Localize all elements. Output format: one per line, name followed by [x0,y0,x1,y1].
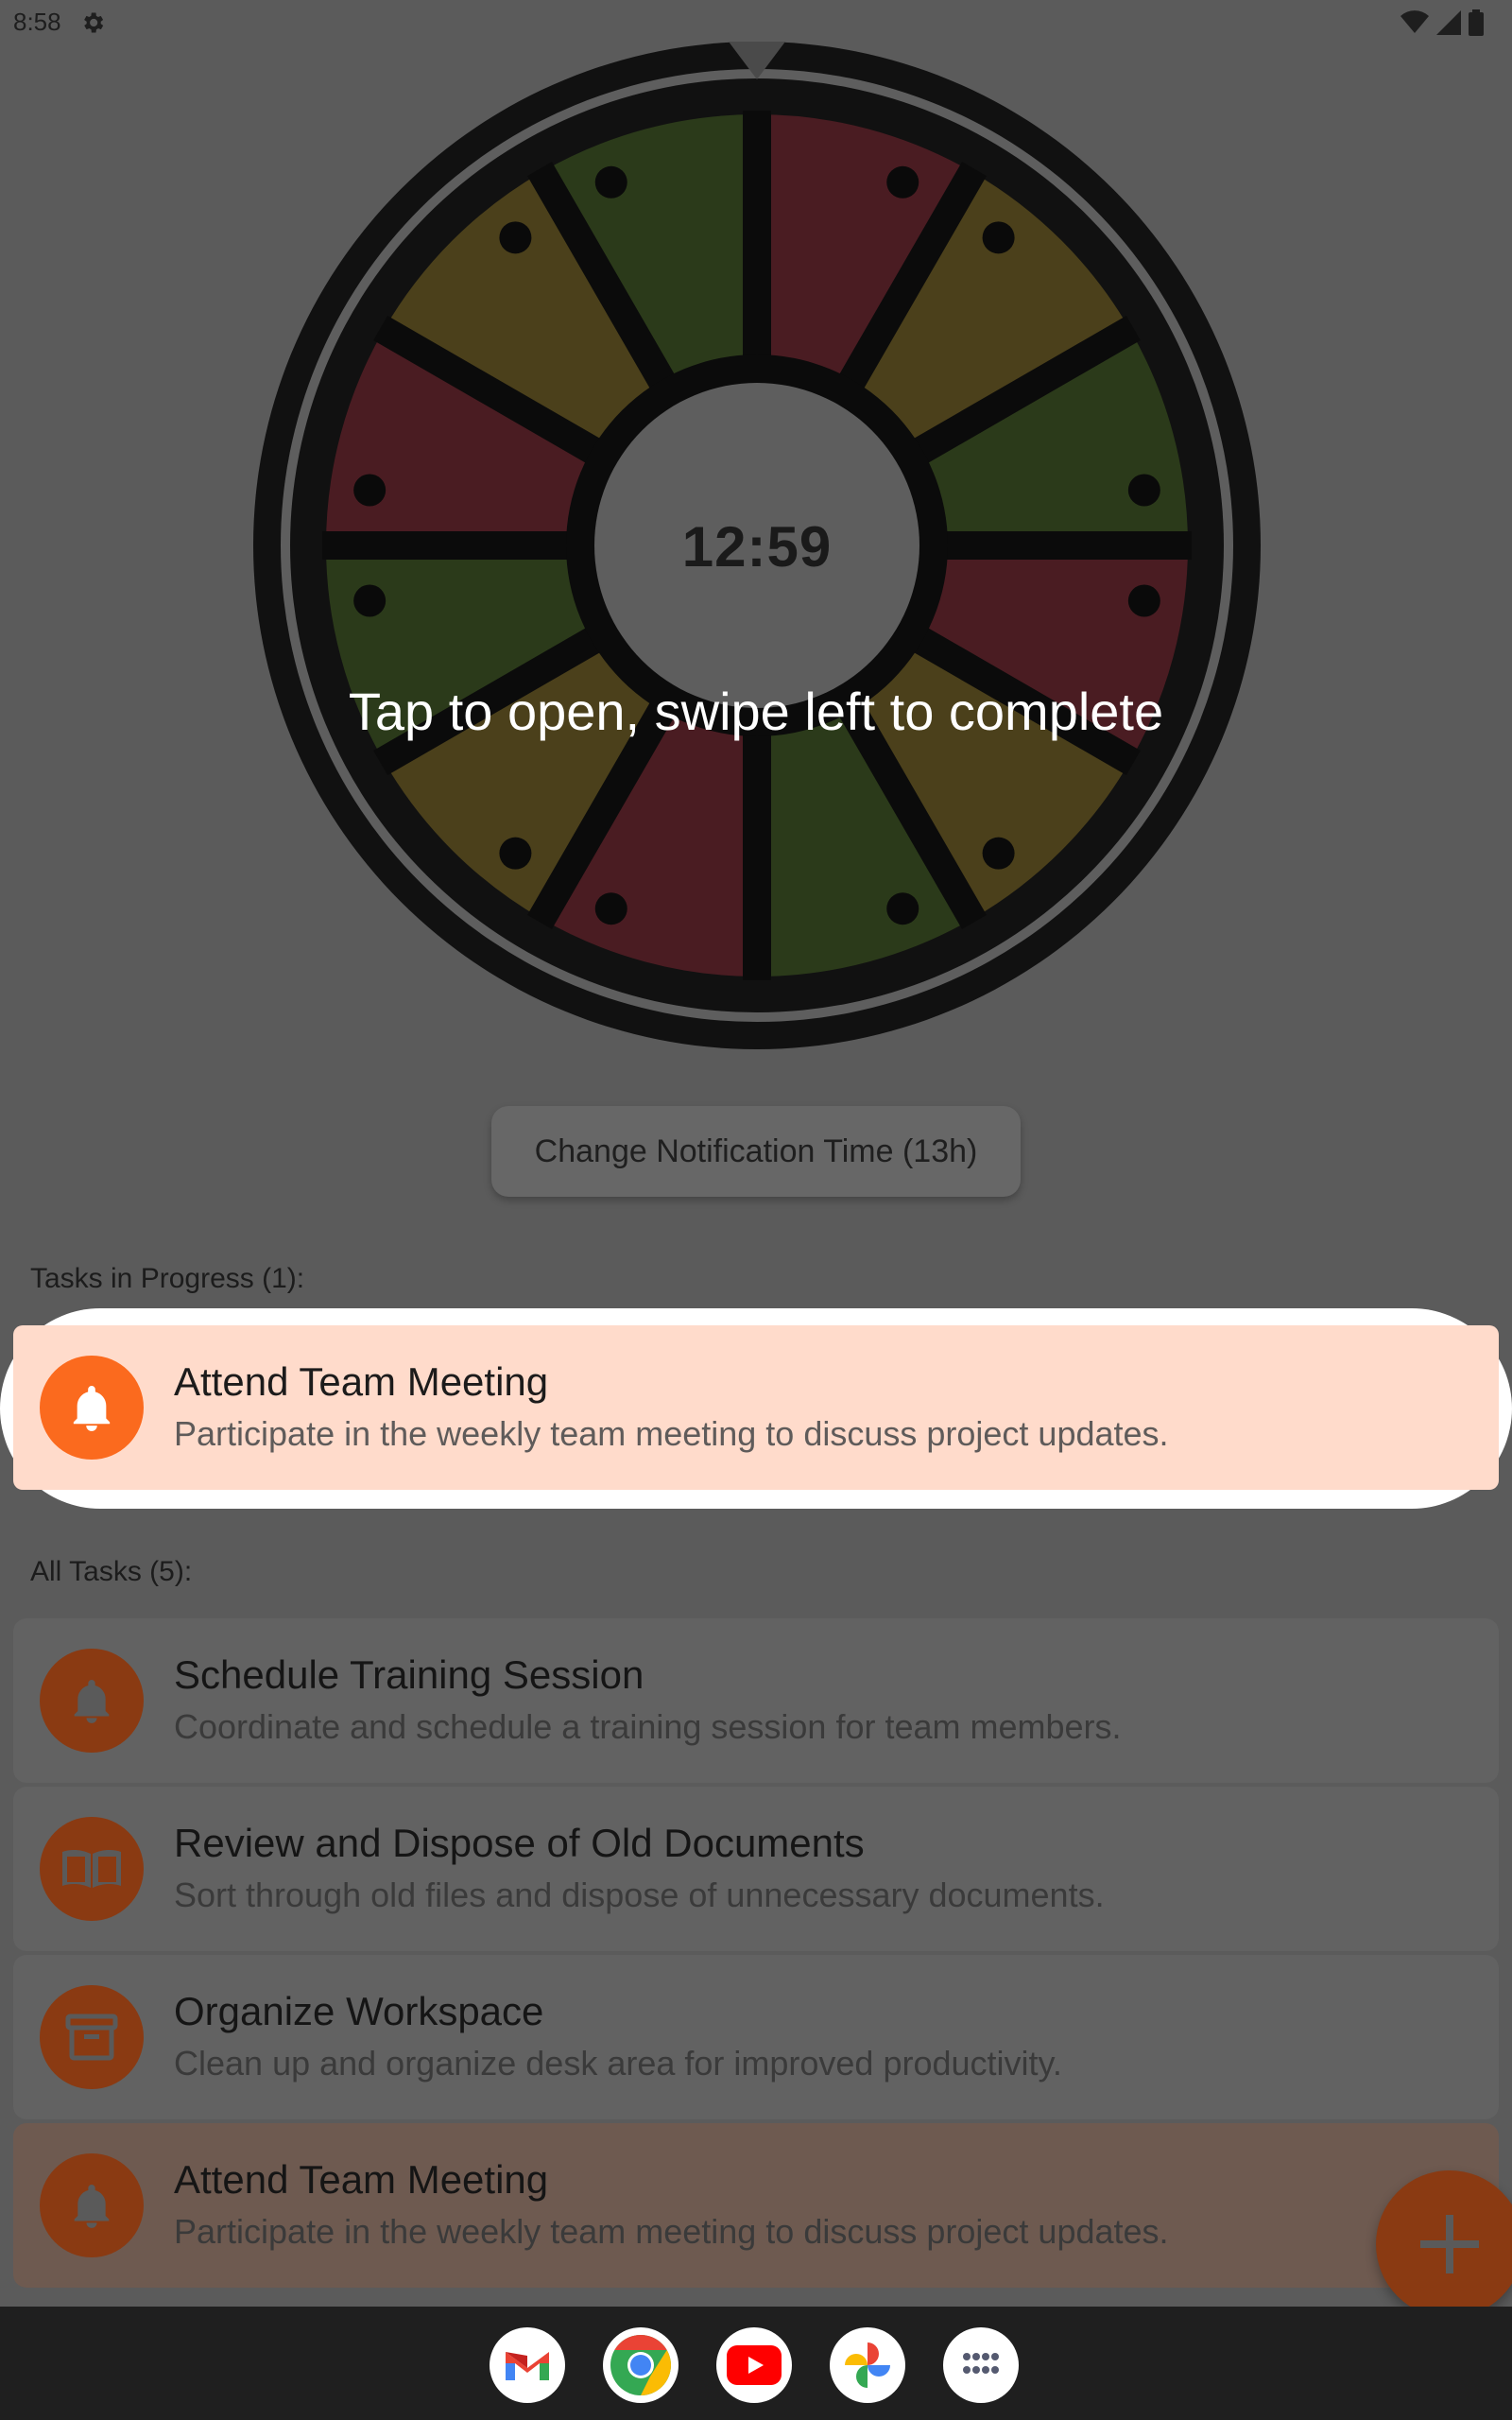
swipe-hint: Tap to open, swipe left to complete [348,682,1164,741]
task-title: Review and Dispose of Old Documents [174,1821,865,1865]
add-task-button[interactable] [1376,2170,1512,2318]
in-progress-task-card[interactable]: Attend Team Meeting Participate in the w… [13,1325,1499,1490]
task-avatar [40,2153,144,2257]
task-description: Sort through old files and dispose of un… [174,1876,1105,1914]
task-card[interactable]: Review and Dispose of Old Documents Sort… [13,1787,1499,1951]
wheel-segment-dot [1127,474,1160,507]
wifi-icon [1400,10,1429,33]
plus-icon [1420,2215,1479,2273]
task-card[interactable]: Organize Workspace Clean up and organize… [13,1955,1499,2119]
task-card[interactable]: Schedule Training Session Coordinate and… [13,1618,1499,1783]
wheel-segment-dot [353,584,387,617]
gmail-icon[interactable] [490,2327,565,2403]
wheel-segment-dot [982,837,1015,870]
battery-icon [1469,9,1484,36]
book-icon [62,1849,121,1888]
wheel-segment-dot [353,474,387,507]
task-card[interactable]: Attend Team Meeting Participate in the w… [13,2123,1499,2288]
task-description: Participate in the weekly team meeting t… [174,1414,1169,1453]
task-avatar [40,1356,144,1460]
wheel-segment-dot [1127,584,1160,617]
signal-icon [1436,10,1461,35]
wheel-segment-dot [982,221,1015,254]
chrome-icon[interactable] [603,2327,679,2403]
box-icon [65,2014,118,2061]
photos-icon[interactable] [830,2327,905,2403]
change-notification-time-button[interactable]: Change Notification Time (13h) [491,1106,1021,1197]
status-bar: 8:58 [0,0,1512,45]
task-description: Coordinate and schedule a training sessi… [174,1707,1122,1746]
task-avatar [40,1817,144,1921]
wheel-segment-dot [886,892,919,925]
task-description: Clean up and organize desk area for impr… [174,2044,1062,2083]
task-wheel[interactable]: 12:59 [253,42,1261,1049]
wheel-segment-dot [594,165,627,199]
bell-icon [73,1386,111,1431]
task-avatar [40,1649,144,1753]
status-time: 8:58 [13,8,61,36]
task-title: Organize Workspace [174,1989,544,2033]
wheel-segment-dot [594,892,627,925]
gear-icon [84,12,104,33]
wheel-segment-dot [886,165,919,199]
bell-icon [74,2185,110,2228]
bell-icon [74,1680,110,1723]
tasks-in-progress-heading: Tasks in Progress (1): [30,1263,305,1294]
task-title: Attend Team Meeting [174,2157,549,2202]
all-tasks-heading: All Tasks (5): [30,1556,193,1587]
app-drawer-icon[interactable] [943,2327,1019,2403]
task-title: Schedule Training Session [174,1652,644,1697]
wheel-center-time: 12:59 [681,515,833,579]
task-description: Participate in the weekly team meeting t… [174,2212,1169,2251]
in-progress-highlight: Attend Team Meeting Participate in the w… [0,1308,1512,1509]
wheel-segment-dot [499,221,532,254]
app-dock [0,2307,1512,2420]
task-avatar [40,1985,144,2089]
wheel-segment-dot [499,837,532,870]
youtube-icon[interactable] [716,2327,792,2403]
task-title: Attend Team Meeting [174,1359,549,1404]
